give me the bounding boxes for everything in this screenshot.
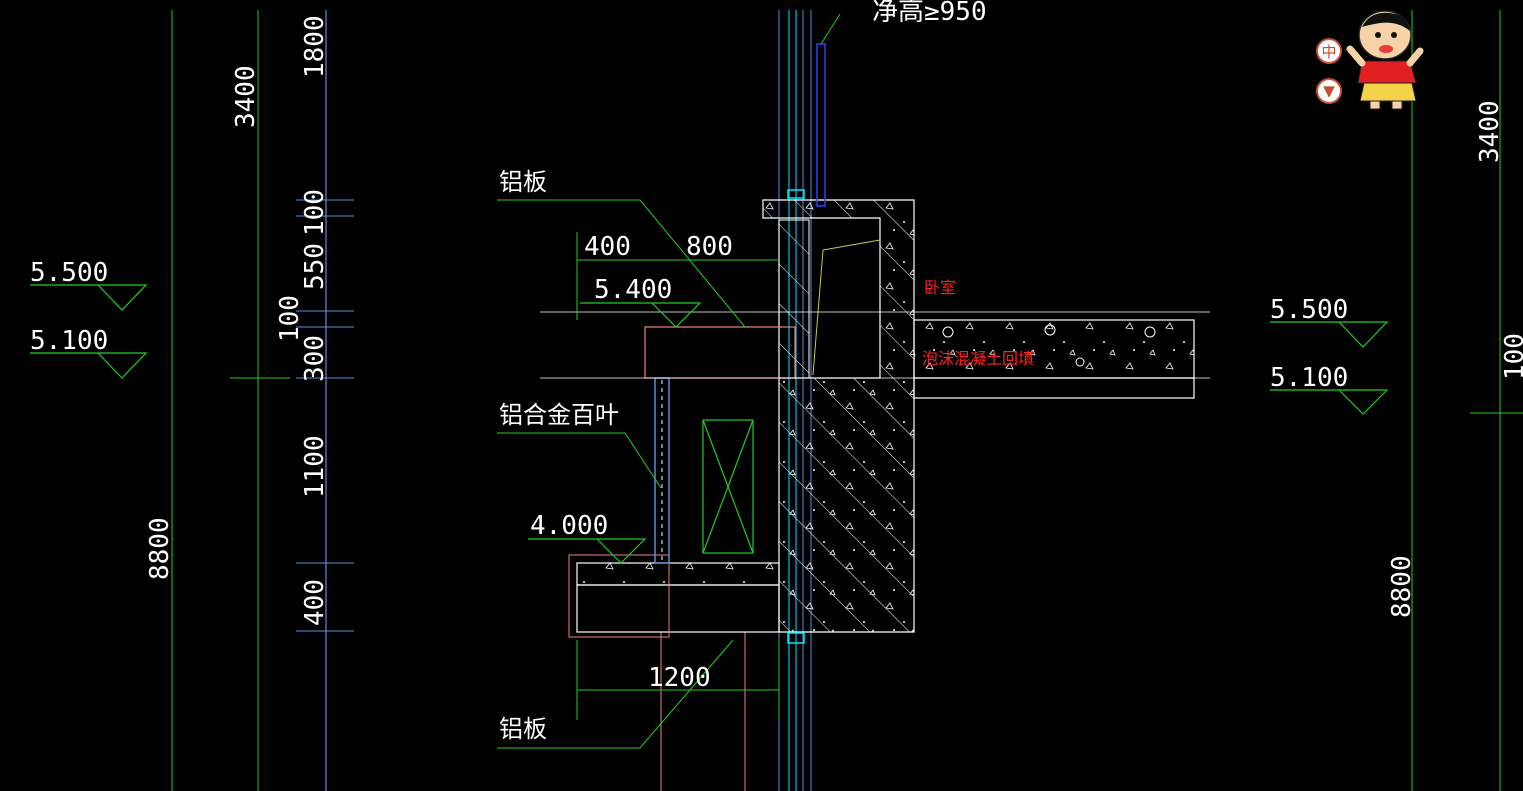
label-aluminum-panel-top: 铝板 [499, 168, 547, 196]
elev-left-5100: 5.100 [30, 326, 108, 356]
dim-100-mid: 100 [275, 295, 305, 342]
elev-right-5500: 5.500 [1270, 295, 1348, 325]
elev-4000: 4.000 [530, 511, 608, 541]
aluminum-louver [654, 377, 670, 564]
elev-left-5500: 5.500 [30, 258, 108, 288]
dim-100-top: 100 [300, 189, 330, 236]
dim-left-3400: 3400 [231, 65, 261, 128]
ime-mascot-icon[interactable] [1346, 10, 1424, 110]
ime-skin-button[interactable]: ▼ [1316, 78, 1342, 104]
bottom-slab [568, 554, 780, 638]
top-aluminum-panel [644, 326, 796, 379]
elev-5400: 5.400 [594, 275, 672, 305]
dim-right-8800: 8800 [1387, 555, 1417, 618]
horizontal-dimension-lines [576, 232, 780, 720]
top-clear-height-note: 净高≥950 [872, 0, 987, 27]
dim-550: 550 [300, 243, 330, 290]
cad-drawing-canvas[interactable]: 3400 8800 1800 100 550 100 300 1100 400 … [0, 0, 1523, 791]
dim-400-horizontal: 400 [584, 232, 631, 262]
label-aluminum-panel-bottom: 铝板 [499, 715, 547, 743]
label-foam-concrete: 泡沫混凝土回填 [922, 349, 1034, 368]
label-bedroom: 卧室 [924, 278, 956, 297]
concrete-wall-section [762, 199, 915, 633]
dim-400-vertical: 400 [300, 579, 330, 626]
dim-left-8800: 8800 [145, 517, 175, 580]
elev-right-5100: 5.100 [1270, 363, 1348, 393]
dim-1100: 1100 [300, 435, 330, 498]
ime-lang-button[interactable]: 中 [1316, 38, 1342, 64]
dim-1200: 1200 [648, 663, 711, 693]
dim-300: 300 [300, 335, 330, 382]
ime-lang-label: 中 [1321, 42, 1337, 61]
dim-1800: 1800 [300, 15, 330, 78]
dim-800: 800 [686, 232, 733, 262]
label-aluminum-louver: 铝合金百叶 [499, 401, 619, 429]
dim-right-3400: 3400 [1475, 100, 1505, 163]
shirt-icon: ▼ [1323, 82, 1335, 100]
duct-opening [702, 419, 754, 554]
dim-right-edge-100: 100 [1500, 333, 1523, 380]
